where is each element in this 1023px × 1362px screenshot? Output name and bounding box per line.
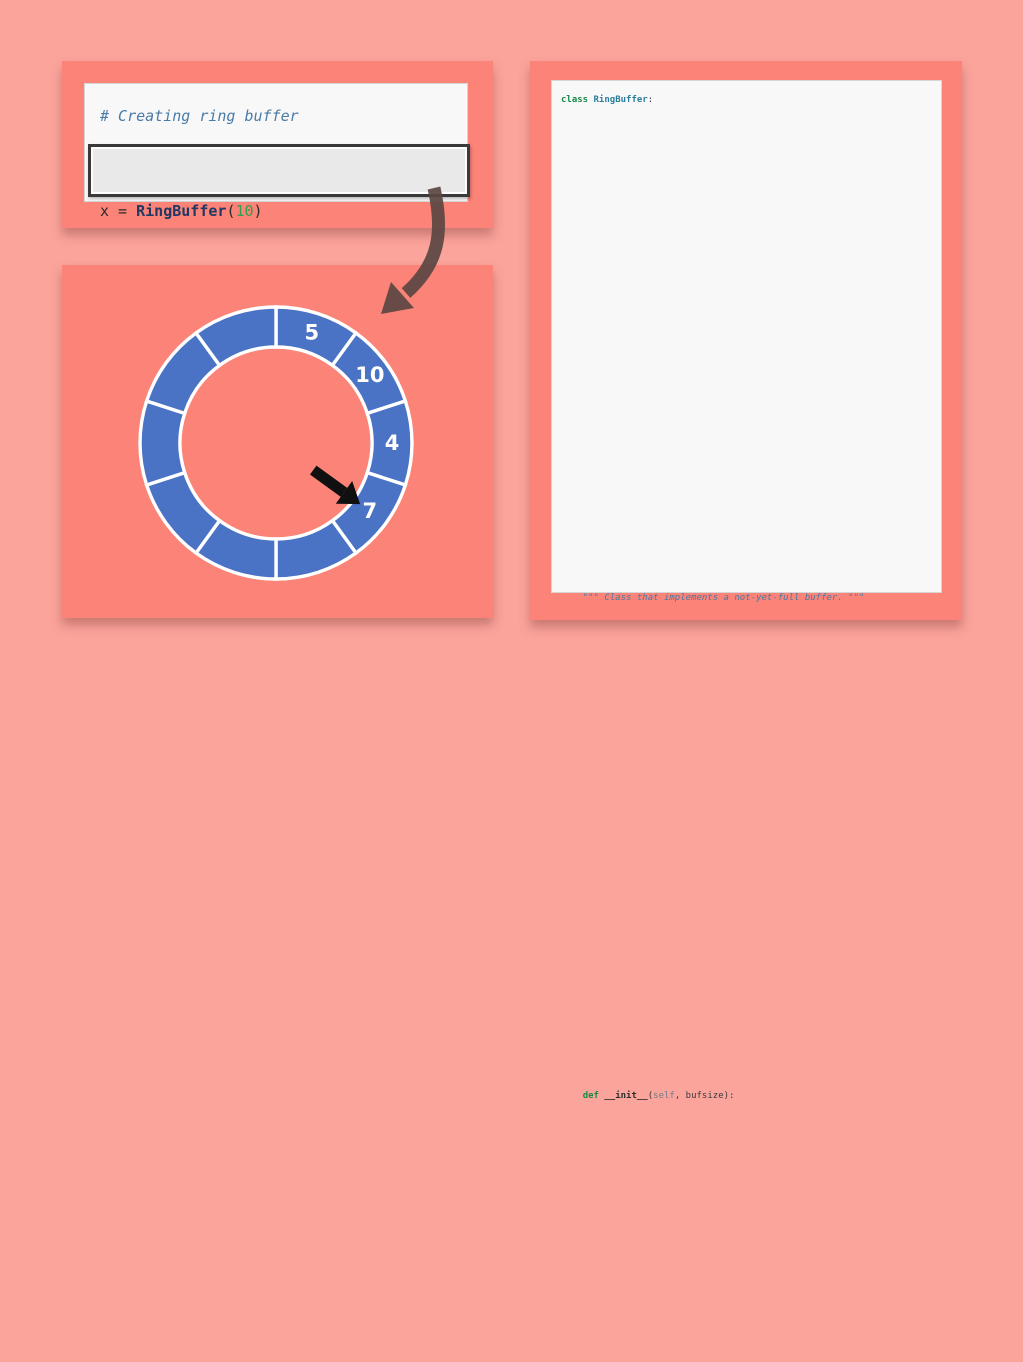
ring-slot-value: 4 (385, 431, 400, 455)
code-line: # Creating ring buffer (100, 106, 467, 201)
ring-segment (140, 401, 185, 485)
code-line: def __init__(self, bufsize): (561, 1090, 941, 1362)
snippet-panel: # Creating ring bufferx = RingBuffer(10)… (62, 61, 493, 228)
ring-slot-value: 7 (363, 499, 378, 523)
ring-diagram-panel: 5 10 4 7 (62, 265, 493, 618)
source-code-box: class RingBuffer: """ Class that impleme… (551, 80, 942, 593)
ring-buffer-diagram: 5 10 4 7 (62, 265, 493, 618)
snippet-code: # Creating ring bufferx = RingBuffer(10)… (85, 84, 467, 201)
code-line: """ Class that implements a not-yet-full… (561, 592, 941, 1090)
code-line: class RingBuffer: (561, 94, 941, 592)
source-code: class RingBuffer: """ Class that impleme… (552, 81, 941, 592)
ring-slot-value: 10 (355, 363, 384, 387)
snippet-code-box: # Creating ring bufferx = RingBuffer(10)… (84, 83, 468, 202)
source-code-panel: class RingBuffer: """ Class that impleme… (530, 61, 962, 620)
current-position-arrow (313, 470, 360, 504)
ring-slot-value: 5 (305, 321, 320, 345)
